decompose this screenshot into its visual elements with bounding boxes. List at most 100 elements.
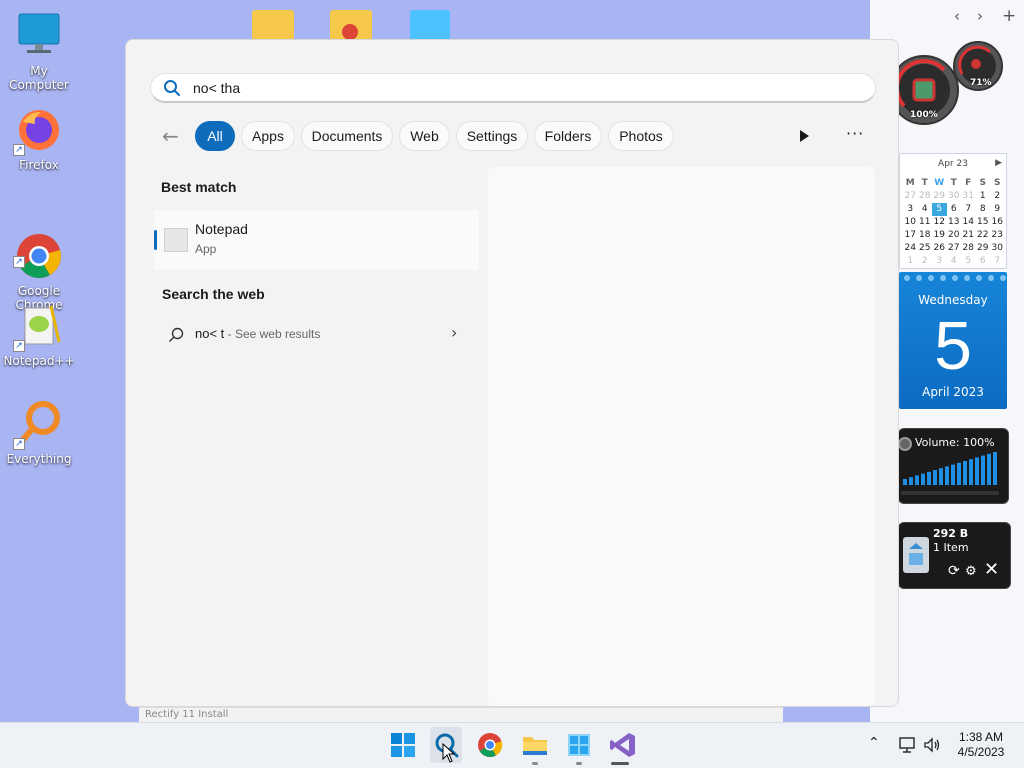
desktop-icon-everything[interactable]: ↗ Everything [0,400,78,466]
more-options-icon[interactable]: ··· [846,124,864,143]
calendar-day[interactable]: 8 [976,203,991,216]
calendar-day[interactable]: 27 [947,242,962,255]
windows-installer-icon[interactable] [565,731,593,759]
chevron-right-icon[interactable]: › [451,323,457,342]
filter-all[interactable]: All [195,121,235,151]
calendar-day[interactable]: 21 [961,229,976,242]
refresh-icon[interactable]: ⟳ [948,563,960,579]
calendar-day[interactable]: 3 [903,203,918,216]
calendar-day[interactable]: 29 [932,190,947,203]
cpu-meter-gadget[interactable]: 100% 71% [889,36,1008,132]
background-window-strip[interactable]: Rectify 11 Install [139,707,783,722]
volume-bar [903,479,907,485]
system-clock[interactable]: 1:38 AM 4/5/2023 [948,730,1014,760]
filter-web[interactable]: Web [399,121,450,151]
speaker-volume-icon[interactable] [922,735,942,755]
filter-folders[interactable]: Folders [534,121,602,151]
calendar-day[interactable]: 1 [903,255,918,268]
volume-level-bars[interactable] [901,451,1001,487]
chrome-icon: ↗ [13,218,63,278]
calendar-day[interactable]: 1 [976,190,991,203]
visual-studio-icon[interactable] [609,731,637,759]
gear-icon[interactable]: ⚙ [965,564,977,579]
desktop-icon-my-computer[interactable]: My Computer [0,12,78,92]
calendar-day[interactable]: 19 [932,229,947,242]
calendar-day[interactable]: 2 [918,255,933,268]
calendar-day[interactable]: 20 [947,229,962,242]
calendar-day[interactable]: 4 [947,255,962,268]
network-icon[interactable] [898,735,918,755]
panel-add-button[interactable]: + [1002,6,1016,26]
calendar-day[interactable]: 30 [990,242,1005,255]
filter-photos[interactable]: Photos [608,121,674,151]
volume-label: Volume: 100% [915,436,995,449]
calendar-gadget[interactable]: Apr 23 ▶ M T W T F S S 27 28 29 30 31 1 2 3 4 5 6 7 8 9 10 11 1… [899,153,1007,269]
calendar-day[interactable]: 29 [976,242,991,255]
calendar-day[interactable]: 7 [961,203,976,216]
calendar-day[interactable]: 30 [947,190,962,203]
calendar-grid: M T W T F S S 27 28 29 30 31 1 2 3 4 5 6 7 8 9 10 11 12 13 14 15 16… [903,177,1005,268]
folder-icon[interactable] [252,10,294,40]
start-button-windows-icon[interactable] [389,731,417,759]
calendar-day-today[interactable]: 5 [932,203,947,216]
desktop-icon-notepad-plus-plus[interactable]: ↗ Notepad++ [0,302,78,368]
web-search-result[interactable]: no< t - See web results › [154,320,479,350]
chrome-taskbar-icon[interactable] [476,731,504,759]
close-icon[interactable]: ✕ [984,561,999,579]
desktop-icon-firefox[interactable]: ↗ Firefox [0,106,78,172]
calendar-day[interactable]: 18 [918,229,933,242]
play-icon[interactable] [794,126,814,146]
calendar-day[interactable]: 16 [990,216,1005,229]
calendar-day[interactable]: 3 [932,255,947,268]
calendar-day[interactable]: 2 [990,190,1005,203]
notepad-plus-plus-icon: ↗ [13,302,63,352]
calendar-day[interactable]: 14 [961,216,976,229]
calendar-day[interactable]: 11 [918,216,933,229]
calendar-day[interactable]: 13 [947,216,962,229]
volume-bar [969,459,973,485]
filter-settings[interactable]: Settings [456,121,528,151]
calendar-day[interactable]: 28 [961,242,976,255]
volume-gadget[interactable]: Volume: 100% [898,428,1009,504]
calendar-day[interactable]: 25 [918,242,933,255]
calendar-day[interactable]: 6 [947,203,962,216]
chevron-up-icon[interactable]: ⌃ [868,735,880,751]
calendar-next-icon[interactable]: ▶ [995,158,1002,168]
file-explorer-icon[interactable] [521,731,549,759]
calendar-day[interactable]: 27 [903,190,918,203]
desktop-icon-label: My Computer [9,64,69,92]
filter-apps[interactable]: Apps [241,121,295,151]
calendar-day[interactable]: 6 [976,255,991,268]
calendar-day[interactable]: 28 [918,190,933,203]
windows-folder-icon[interactable] [410,10,450,40]
best-match-result[interactable]: Notepad App [154,210,479,270]
calendar-day[interactable]: 17 [903,229,918,242]
panel-forward-button[interactable]: › [977,6,983,26]
web-result-query: no< t [195,326,225,341]
calendar-day[interactable]: 4 [918,203,933,216]
calendar-day[interactable]: 9 [990,203,1005,216]
calendar-day[interactable]: 24 [903,242,918,255]
calendar-day[interactable]: 23 [990,229,1005,242]
back-arrow-icon[interactable]: ← [162,126,179,146]
volume-track [901,491,999,495]
calendar-day[interactable]: 26 [932,242,947,255]
date-gadget[interactable]: Wednesday 5 April 2023 [899,272,1007,409]
filter-documents[interactable]: Documents [301,121,393,151]
recycle-bin-icon [903,537,929,573]
calendar-day[interactable]: 15 [976,216,991,229]
search-input[interactable] [193,77,793,99]
calendar-day[interactable]: 31 [961,190,976,203]
calendar-day[interactable]: 12 [932,216,947,229]
speaker-icon [898,437,912,451]
calendar-weekday: F [965,178,972,188]
volume-bar [987,453,991,485]
calendar-day[interactable]: 7 [990,255,1005,268]
chrome-folder-icon[interactable] [330,10,372,40]
calendar-day[interactable]: 22 [976,229,991,242]
search-box[interactable] [150,73,876,103]
panel-back-button[interactable]: ‹ [954,6,960,26]
calendar-day[interactable]: 10 [903,216,918,229]
recycle-bin-gadget[interactable]: 292 B 1 Item ⟳ ⚙ ✕ [898,522,1011,589]
calendar-day[interactable]: 5 [961,255,976,268]
